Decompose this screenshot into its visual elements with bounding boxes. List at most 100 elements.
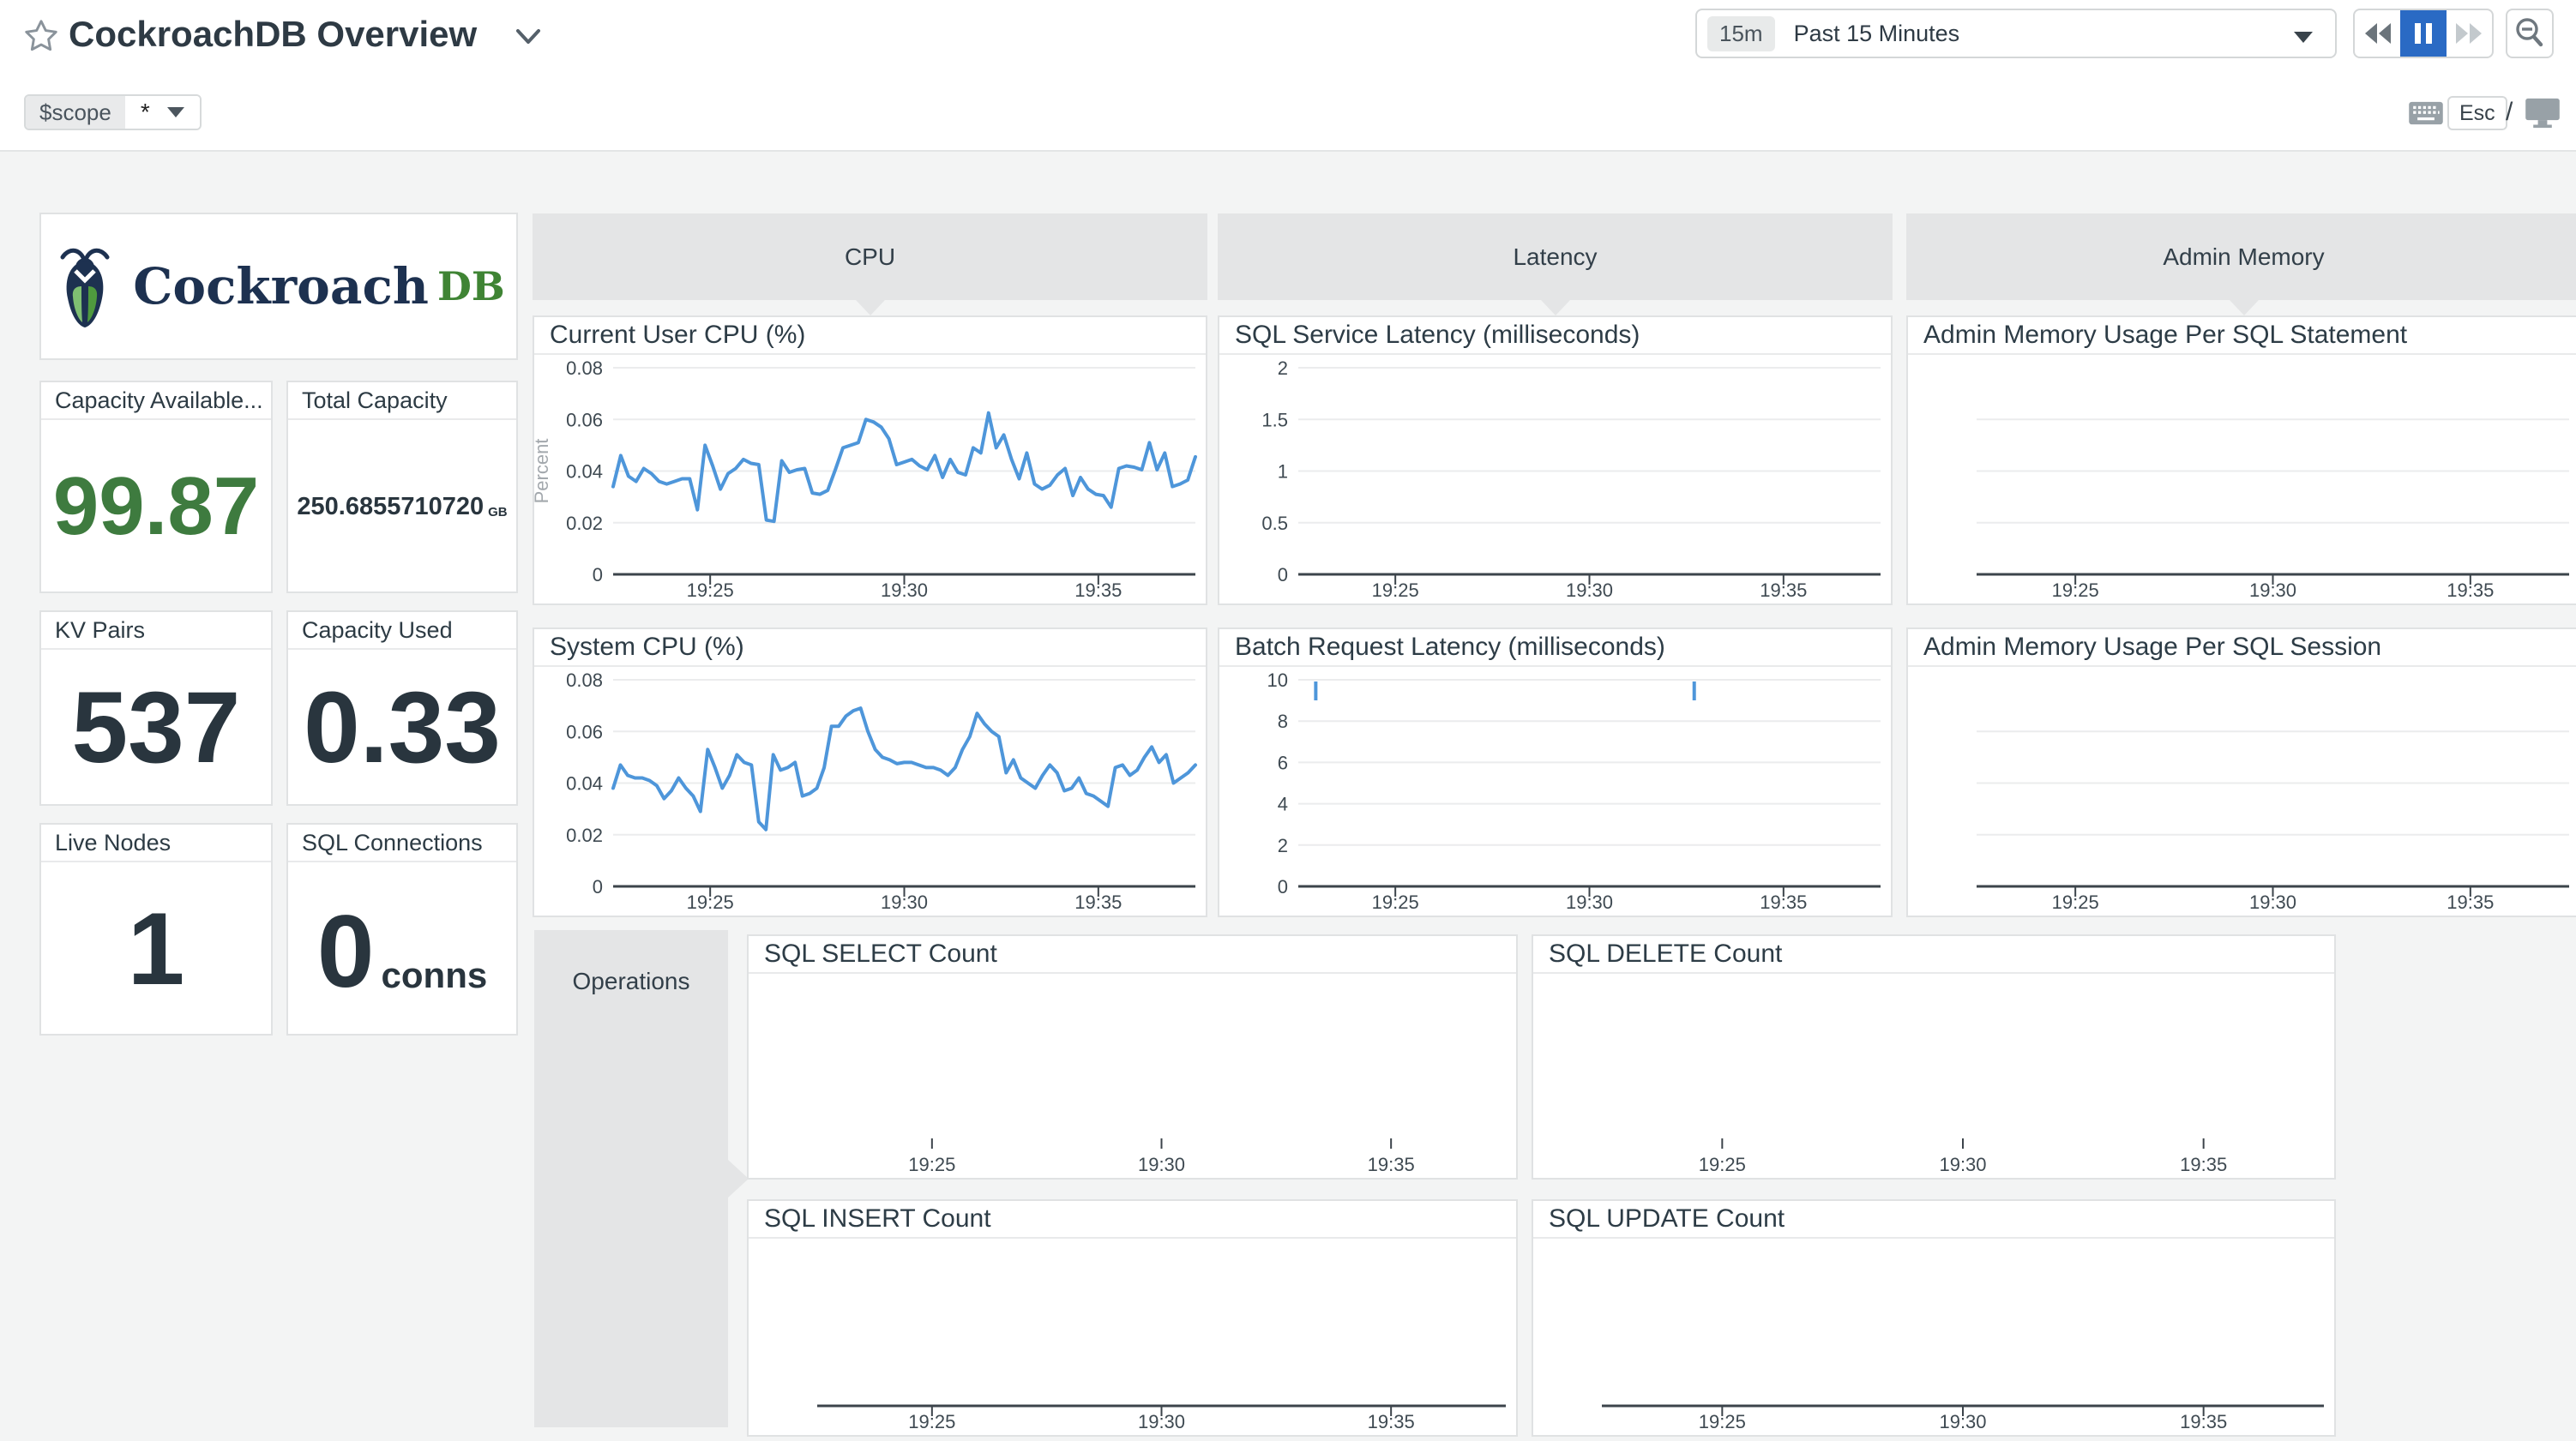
stat-card-live-nodes[interactable]: Live Nodes 1 (39, 823, 273, 1036)
group-header-label: Admin Memory (2163, 243, 2324, 271)
svg-text:19:35: 19:35 (2180, 1154, 2227, 1175)
svg-text:19:25: 19:25 (1699, 1411, 1746, 1432)
svg-text:0.06: 0.06 (566, 721, 603, 742)
chart-title: SQL SELECT Count (749, 936, 1516, 974)
chart-title: SQL DELETE Count (1533, 936, 2334, 974)
logo-brand-text: Cockroach (133, 257, 429, 315)
stat-card-capacity-available[interactable]: Capacity Available... 99.87 (39, 381, 273, 593)
rewind-icon (2363, 21, 2392, 45)
svg-text:19:30: 19:30 (1566, 892, 1613, 913)
fast-forward-icon (2454, 21, 2483, 45)
svg-text:19:30: 19:30 (1566, 579, 1613, 601)
chart-plot-sql-service-latency: 00.511.5219:2519:3019:35 (1219, 355, 1891, 603)
svg-text:19:30: 19:30 (1939, 1154, 1986, 1175)
time-range-label: Past 15 Minutes (1794, 21, 1960, 47)
svg-text:0: 0 (593, 876, 603, 898)
svg-text:19:25: 19:25 (2052, 892, 2099, 913)
playback-controls (2353, 9, 2494, 58)
group-header-operations[interactable]: Operations (534, 930, 728, 1427)
chart-panel-admin-memory-statement[interactable]: Admin Memory Usage Per SQL Statement19:2… (1906, 315, 2576, 605)
svg-text:0.04: 0.04 (566, 461, 603, 483)
svg-text:19:25: 19:25 (1699, 1154, 1746, 1175)
svg-text:0: 0 (1278, 876, 1288, 898)
svg-text:19:25: 19:25 (908, 1411, 955, 1432)
group-header-notch (2230, 300, 2259, 315)
chart-plot-admin-memory-statement: 19:2519:3019:35 (1908, 355, 2576, 603)
chart-panel-sql-update-count[interactable]: SQL UPDATE Count19:2519:3019:35 (1532, 1199, 2336, 1437)
svg-text:19:25: 19:25 (1372, 892, 1419, 913)
stat-card-title: Capacity Used (288, 612, 516, 650)
chart-panel-batch-request-latency[interactable]: Batch Request Latency (milliseconds)0246… (1218, 627, 1893, 917)
chart-panel-admin-memory-session[interactable]: Admin Memory Usage Per SQL Session19:251… (1906, 627, 2576, 917)
stat-value: 250.6855710720 (297, 495, 484, 519)
chart-title: System CPU (%) (534, 629, 1206, 667)
chart-panel-sql-service-latency[interactable]: SQL Service Latency (milliseconds)00.511… (1218, 315, 1893, 605)
favorite-star-icon[interactable] (22, 17, 60, 55)
group-header-cpu[interactable]: CPU (533, 213, 1207, 300)
svg-text:19:30: 19:30 (1138, 1411, 1185, 1432)
template-variable-bar: $scope * Esc / (0, 77, 2576, 152)
svg-text:0.08: 0.08 (566, 669, 603, 691)
stat-card-title: KV Pairs (41, 612, 271, 650)
group-header-label: CPU (845, 243, 895, 271)
svg-text:19:35: 19:35 (1368, 1411, 1415, 1432)
rewind-button[interactable] (2355, 10, 2400, 57)
keyboard-icon[interactable] (2408, 101, 2444, 125)
group-header-label: Operations (573, 968, 690, 995)
fast-forward-button[interactable] (2447, 10, 2492, 57)
chart-plot-admin-memory-session: 19:2519:3019:35 (1908, 667, 2576, 916)
time-range-badge: 15m (1707, 16, 1775, 51)
svg-text:0.02: 0.02 (566, 825, 603, 846)
chart-panel-sql-select-count[interactable]: SQL SELECT Count19:2519:3019:35 (747, 934, 1518, 1180)
chart-title: Batch Request Latency (milliseconds) (1219, 629, 1891, 667)
chart-panel-sql-delete-count[interactable]: SQL DELETE Count 19:25 19:30 19:35 (1532, 934, 2336, 1180)
stat-value: 0.33 (304, 677, 501, 778)
svg-text:0.04: 0.04 (566, 773, 603, 795)
group-header-admin-memory[interactable]: Admin Memory (1906, 213, 2576, 300)
group-header-notch (856, 300, 885, 315)
stat-card-capacity-used[interactable]: Capacity Used 0.33 (286, 610, 518, 806)
scope-variable-name: $scope (26, 96, 125, 129)
stat-value: 537 (72, 677, 241, 778)
group-header-label: Latency (1513, 243, 1597, 271)
pause-button[interactable] (2400, 10, 2446, 57)
chart-plot-sql-insert-count: 19:25 19:30 19:35 (749, 1239, 1516, 1435)
svg-text:0: 0 (1278, 564, 1288, 585)
chart-title: Admin Memory Usage Per SQL Session (1908, 629, 2576, 667)
stat-card-title: SQL Connections (288, 825, 516, 862)
chart-panel-system-cpu[interactable]: System CPU (%)00.020.040.060.0819:2519:3… (533, 627, 1207, 917)
chevron-down-icon[interactable] (515, 27, 542, 46)
stat-card-title: Total Capacity (288, 382, 516, 420)
stat-card-sql-connections[interactable]: SQL Connections 0 conns (286, 823, 518, 1036)
chart-plot-sql-update-count: 19:2519:3019:35 (1533, 1239, 2334, 1435)
stat-card-title: Capacity Available... (41, 382, 271, 420)
time-range-selector[interactable]: 15m Past 15 Minutes (1695, 9, 2337, 58)
cockroach-bug-icon (52, 243, 117, 329)
chart-title: SQL UPDATE Count (1533, 1201, 2334, 1239)
stat-unit: conns (382, 955, 488, 996)
logo-brand-suffix: DB (437, 263, 505, 309)
chart-plot-current-user-cpu: 00.020.040.060.0819:2519:3019:35Percent (534, 355, 1206, 603)
stat-card-kv-pairs[interactable]: KV Pairs 537 (39, 610, 273, 806)
chart-panel-sql-insert-count[interactable]: SQL INSERT Count19:2519:3019:35 (747, 1199, 1518, 1437)
svg-text:19:35: 19:35 (2447, 892, 2494, 913)
svg-text:10: 10 (1267, 669, 1288, 691)
svg-text:8: 8 (1278, 711, 1288, 732)
scope-variable-selector[interactable]: $scope * (24, 94, 202, 130)
group-header-latency[interactable]: Latency (1218, 213, 1893, 300)
svg-text:6: 6 (1278, 752, 1288, 773)
svg-text:0.02: 0.02 (566, 513, 603, 534)
svg-text:0.08: 0.08 (566, 357, 603, 379)
stat-unit: GB (488, 505, 508, 519)
stat-card-total-capacity[interactable]: Total Capacity 250.6855710720 GB (286, 381, 518, 593)
top-bar: CockroachDB Overview 15m Past 15 Minutes (0, 0, 2576, 77)
svg-text:19:35: 19:35 (1074, 579, 1122, 601)
chart-title: Admin Memory Usage Per SQL Statement (1908, 317, 2576, 355)
zoom-out-button[interactable] (2506, 9, 2554, 58)
svg-text:19:30: 19:30 (1939, 1411, 1986, 1432)
chart-title: SQL Service Latency (milliseconds) (1219, 317, 1891, 355)
chart-panel-current-user-cpu[interactable]: Current User CPU (%)00.020.040.060.0819:… (533, 315, 1207, 605)
cockroachdb-logo-card: Cockroach DB (39, 213, 518, 360)
dashboard-canvas: Cockroach DB Capacity Available... 99.87… (0, 152, 2576, 1441)
tv-screen-icon[interactable] (2525, 98, 2561, 129)
